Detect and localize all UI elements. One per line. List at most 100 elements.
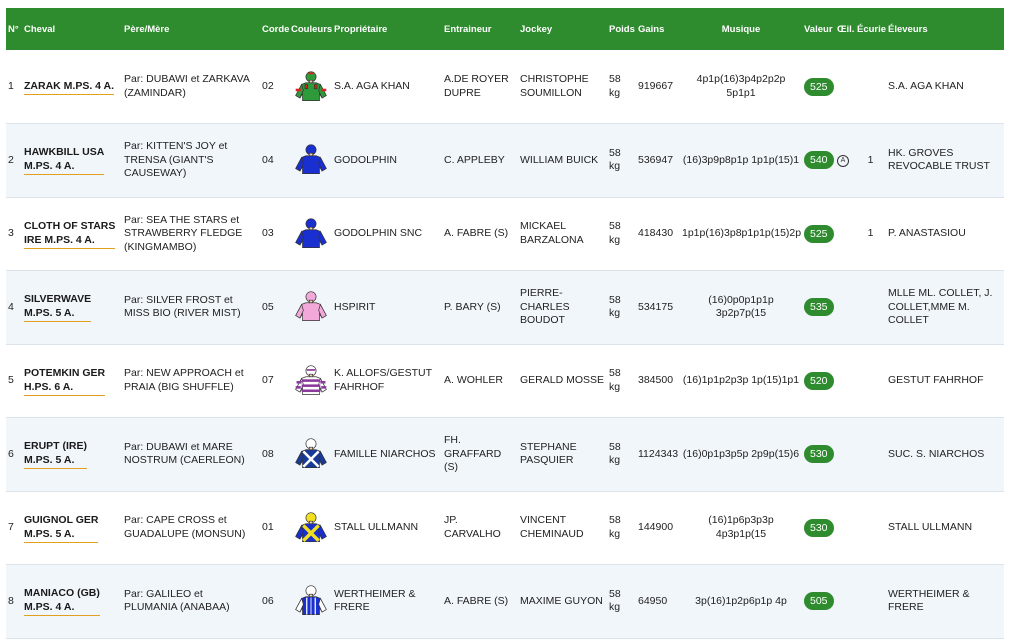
horse-name-link[interactable]: GUIGNOL GER M.PS. 5 A. xyxy=(24,513,99,543)
proprietaire: STALL ULLMANN xyxy=(334,521,419,533)
oeil-cell xyxy=(835,50,855,124)
jockey: MICKAEL BARZALONA xyxy=(520,220,584,246)
proprietaire: HSPIRIT xyxy=(334,300,376,313)
gains: 384500 xyxy=(638,374,674,386)
gains: 1124343 xyxy=(638,447,679,460)
valeur-badge: 525 xyxy=(804,77,834,96)
horse-name-line1: CLOTH OF STARS xyxy=(24,219,116,232)
poids: 58 kg xyxy=(609,440,621,467)
parents: Par: GALILEO et PLUMANIA (ANABAA) xyxy=(124,587,230,614)
col-oeil: Œil. xyxy=(837,23,855,35)
horse-name-line2: M.PS. 5 A. xyxy=(24,454,75,467)
ecurie: 1 xyxy=(867,227,874,239)
table-row: 1 ZARAK M.PS. 4 A. Par: DUBAWI et ZARKAVA … xyxy=(6,50,1004,124)
musique: (16)0p0p1p1p 3p2p7p(15 xyxy=(708,293,774,320)
horse-name-line1: ERUPT (IRE) xyxy=(24,440,87,453)
table-row: 7 GUIGNOL GER M.PS. 5 A. Par: CAPE CROSS et… xyxy=(6,491,1004,565)
musique: (16)1p1p2p3p 1p(15)1p1 xyxy=(682,374,800,386)
table-row: 5 POTEMKIN GER H.PS. 6 A. Par: NEW APPROACH… xyxy=(6,344,1004,418)
ecurie: 1 xyxy=(867,153,874,166)
horse-name-line1: ZARAK M.PS. 4 A. xyxy=(24,79,115,92)
horse-name-link[interactable]: POTEMKIN GER H.PS. 6 A. xyxy=(24,366,106,396)
ecurie xyxy=(855,565,886,639)
horse-name-link[interactable]: ZARAK M.PS. 4 A. xyxy=(24,79,115,95)
parents: Par: NEW APPROACH et PRAIA (BIG SHUFFLE) xyxy=(124,367,244,393)
gains: 64950 xyxy=(638,594,668,607)
table-row: 3 CLOTH OF STARS IRE M.PS. 4 A. Par: SEA TH… xyxy=(6,197,1004,271)
jockey: STEPHANE PASQUIER xyxy=(520,440,577,467)
ecurie xyxy=(855,418,886,492)
proprietaire: FAMILLE NIARCHOS xyxy=(334,447,436,460)
runner-number: 5 xyxy=(8,374,14,386)
corde: 07 xyxy=(262,374,274,386)
parents: Par: KITTEN'S JOY et TRENSA (GIANT'S CAU… xyxy=(124,140,228,179)
entraineur: A. FABRE (S) xyxy=(444,594,509,607)
horse-name-link[interactable]: SILVERWAVE M.PS. 5 A. xyxy=(24,292,92,323)
runners-table-container: N° Cheval Père/Mère Corde Couleurs Propr… xyxy=(6,8,1004,639)
jockey: MAXIME GUYON xyxy=(520,594,603,607)
eleveurs: S.A. AGA KHAN xyxy=(888,79,964,92)
col-ecurie: Écurie. xyxy=(857,23,886,35)
horse-name-link[interactable]: CLOTH OF STARS IRE M.PS. 4 A. xyxy=(24,219,116,249)
silk-icon xyxy=(289,50,332,124)
parents: Par: SILVER FROST et MISS BIO (RIVER MIS… xyxy=(124,293,241,320)
col-horse: Cheval xyxy=(24,23,56,35)
col-eleveurs: Éleveurs xyxy=(888,23,928,35)
table-body: 1 ZARAK M.PS. 4 A. Par: DUBAWI et ZARKAVA … xyxy=(6,50,1004,638)
silk-icon xyxy=(289,271,332,345)
poids: 58 kg xyxy=(609,73,621,99)
horse-name-line1: POTEMKIN GER xyxy=(24,366,106,379)
horse-name-link[interactable]: ERUPT (IRE) M.PS. 5 A. xyxy=(24,439,87,470)
eleveurs: SUC. S. NIARCHOS xyxy=(888,447,985,460)
col-entraineur: Entraineur xyxy=(444,23,492,35)
col-parents: Père/Mère xyxy=(124,23,170,35)
col-gains: Gains xyxy=(638,23,665,35)
corde: 08 xyxy=(262,447,274,460)
jockey: CHRISTOPHE SOUMILLON xyxy=(520,73,589,99)
eleveurs: P. ANASTASIOU xyxy=(888,227,966,239)
table-header-row: N° Cheval Père/Mère Corde Couleurs Propr… xyxy=(6,8,1004,50)
musique: (16)0p1p3p5p 2p9p(15)6 xyxy=(682,447,800,460)
proprietaire: WERTHEIMER & FRERE xyxy=(334,587,416,614)
poids: 58 kg xyxy=(609,146,621,173)
eleveurs: MLLE ML. COLLET, J. COLLET,MME M. COLLET xyxy=(888,287,993,326)
horse-name-line2: H.PS. 6 A. xyxy=(24,380,74,393)
musique: (16)1p6p3p3p 4p3p1p(15 xyxy=(708,514,774,540)
horse-name-link[interactable]: MANIACO (GB) M.PS. 4 A. xyxy=(24,586,100,617)
jockey: GERALD MOSSE xyxy=(520,374,605,386)
poids: 58 kg xyxy=(609,293,621,320)
silk-icon xyxy=(289,344,332,418)
entraineur: A. FABRE (S) xyxy=(444,227,509,239)
proprietaire: GODOLPHIN xyxy=(334,153,398,166)
eleveurs: HK. GROVES REVOCABLE TRUST xyxy=(888,146,990,173)
horse-name-line2: M.PS. 4 A. xyxy=(24,601,75,614)
horse-name-link[interactable]: HAWKBILL USA M.PS. 4 A. xyxy=(24,145,105,176)
musique: 1p1p(16)3p8p1p1p(15)2p xyxy=(682,227,802,239)
proprietaire: K. ALLOFS/GESTUT FAHRHOF xyxy=(334,367,432,393)
proprietaire: S.A. AGA KHAN xyxy=(334,79,410,92)
oeil-cell xyxy=(835,418,855,492)
entraineur: JP. CARVALHO xyxy=(444,514,501,540)
horse-name-line2: IRE M.PS. 4 A. xyxy=(24,233,95,246)
silk-icon xyxy=(289,197,332,271)
corde: 04 xyxy=(262,153,274,166)
horse-name-line1: SILVERWAVE xyxy=(24,293,92,306)
musique: (16)3p9p8p1p 1p1p(15)1 xyxy=(682,153,800,166)
table-row: 2 HAWKBILL USA M.PS. 4 A. Par: KITTEN'S JOY… xyxy=(6,123,1004,198)
valeur-badge: 530 xyxy=(804,445,834,464)
corde: 01 xyxy=(262,521,274,533)
silk-icon xyxy=(289,124,332,198)
runners-table: N° Cheval Père/Mère Corde Couleurs Propr… xyxy=(6,8,1004,639)
runner-number: 4 xyxy=(8,300,14,313)
horse-name-line1: MANIACO (GB) xyxy=(24,587,100,600)
eleveurs: GESTUT FAHRHOF xyxy=(888,374,984,386)
table-row: 4 SILVERWAVE M.PS. 5 A. Par: SILVER FROST e… xyxy=(6,270,1004,345)
silk-icon xyxy=(289,491,332,565)
entraineur: C. APPLEBY xyxy=(444,153,505,166)
oeil-cell xyxy=(835,491,855,565)
gains: 536947 xyxy=(638,153,674,166)
oeil-cell xyxy=(835,344,855,418)
corde: 02 xyxy=(262,79,274,92)
parents: Par: SEA THE STARS et STRAWBERRY FLEDGE … xyxy=(124,213,243,253)
horse-name-line2: M.PS. 4 A. xyxy=(24,160,75,173)
